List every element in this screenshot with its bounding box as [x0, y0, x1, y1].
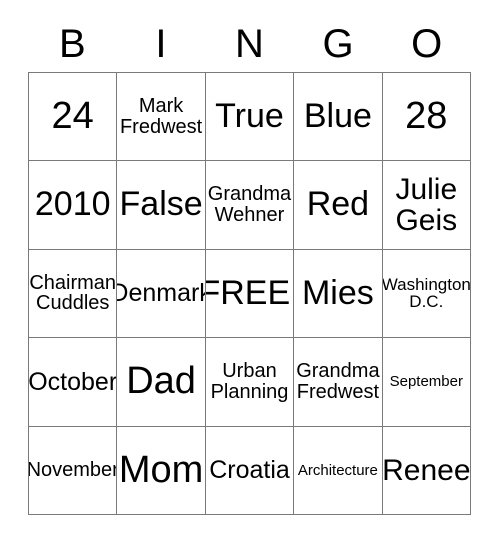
bingo-cell-label: Renee	[382, 453, 471, 487]
bingo-cell-label: Mark Fredwest	[119, 94, 203, 138]
bingo-cell-g2[interactable]: Red	[294, 161, 383, 250]
bingo-card: B I N G O 24 Mark Fredwest True Blue 28 …	[0, 0, 500, 544]
bingo-cell-i1[interactable]: Mark Fredwest	[117, 73, 206, 162]
bingo-cell-label: 2010	[34, 185, 111, 224]
bingo-cell-label: Mies	[301, 273, 374, 312]
header-letter-b: B	[58, 22, 86, 66]
header-letter-o: O	[411, 22, 443, 66]
bingo-cell-n1[interactable]: True	[205, 73, 295, 162]
bingo-cell-n4[interactable]: Urban Planning	[205, 338, 295, 427]
bingo-cell-label: True	[215, 97, 284, 136]
bingo-cell-n5[interactable]: Croatia	[205, 426, 295, 515]
bingo-cell-i5[interactable]: Mom	[117, 426, 206, 515]
bingo-cell-b3[interactable]: Chairman Cuddles	[29, 249, 118, 339]
bingo-cell-label: Croatia	[209, 456, 290, 485]
bingo-grid: 24 Mark Fredwest True Blue 28 2010 False…	[28, 72, 471, 515]
bingo-cell-label: Grandma Fredwest	[296, 360, 380, 403]
bingo-cell-b4[interactable]: October	[29, 338, 118, 427]
bingo-cell-label: Urban Planning	[210, 360, 289, 403]
bingo-cell-b5[interactable]: November	[29, 426, 118, 515]
bingo-cell-label: Denmark	[117, 279, 204, 308]
bingo-cell-o2[interactable]: Julie Geis	[382, 161, 471, 250]
bingo-cell-b2[interactable]: 2010	[29, 161, 118, 250]
bingo-cell-label: Chairman Cuddles	[29, 271, 117, 315]
bingo-cell-label: Mom	[118, 448, 204, 491]
bingo-cell-g3[interactable]: Mies	[294, 249, 383, 339]
bingo-cell-o5[interactable]: Renee	[382, 426, 471, 515]
bingo-cell-label: September	[389, 373, 463, 391]
bingo-cell-o1[interactable]: 28	[382, 73, 471, 162]
bingo-cell-o3[interactable]: Washington D.C.	[382, 249, 471, 339]
bingo-cell-n2[interactable]: Grandma Wehner	[205, 161, 295, 250]
bingo-cell-label: November	[29, 458, 118, 481]
bingo-cell-g5[interactable]: Architecture	[294, 426, 383, 515]
free-space-label: FREE!	[206, 273, 295, 312]
header-letter-n: N	[235, 22, 264, 66]
bingo-cell-label: Julie Geis	[395, 172, 458, 238]
bingo-cell-label: October	[29, 367, 118, 396]
bingo-cell-i4[interactable]: Dad	[117, 338, 206, 427]
bingo-cell-label: Grandma Wehner	[207, 183, 292, 227]
bingo-cell-g1[interactable]: Blue	[294, 73, 383, 162]
bingo-cell-label: False	[119, 185, 203, 224]
bingo-cell-label: Blue	[303, 97, 372, 136]
bingo-cell-free-space[interactable]: FREE!	[205, 249, 295, 339]
bingo-cell-label: 28	[405, 94, 448, 137]
bingo-cell-label: 24	[51, 94, 94, 137]
bingo-cell-i3[interactable]: Denmark	[117, 249, 206, 339]
bingo-cell-label: Red	[306, 185, 370, 224]
bingo-cell-label: Washington D.C.	[382, 274, 471, 312]
header-letter-g: G	[322, 22, 354, 66]
bingo-cell-label: Dad	[126, 360, 196, 403]
bingo-header-row: B I N G O	[28, 16, 471, 72]
bingo-cell-label: Architecture	[297, 461, 378, 479]
header-letter-i: I	[155, 22, 167, 66]
bingo-cell-b1[interactable]: 24	[29, 73, 118, 162]
bingo-cell-g4[interactable]: Grandma Fredwest	[294, 338, 383, 427]
bingo-cell-i2[interactable]: False	[117, 161, 206, 250]
bingo-cell-o4[interactable]: September	[382, 338, 471, 427]
